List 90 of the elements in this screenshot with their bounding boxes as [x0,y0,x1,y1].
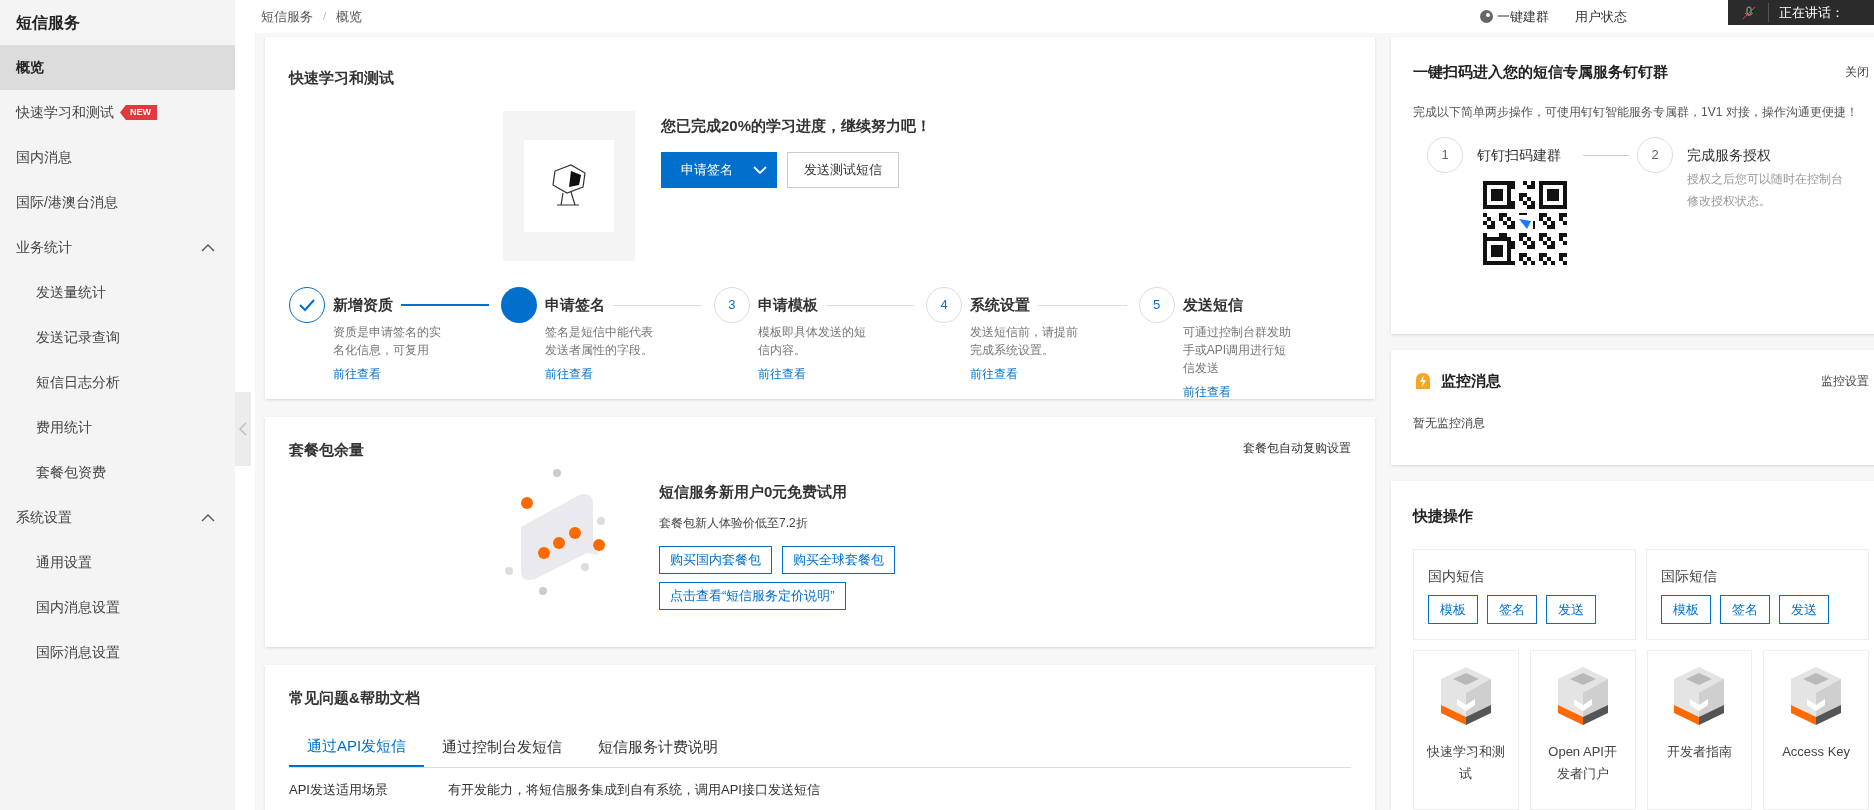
tag-icon [1480,9,1493,23]
step-link[interactable]: 前往查看 [757,365,927,383]
new-badge: NEW [120,104,157,121]
progress-text: 您已完成20%的学习进度，继续努力吧！ [661,116,932,136]
trial-subtext: 套餐包新人体验价低至7.2折 [659,514,809,532]
step-title: 申请签名 [545,294,606,315]
shortcut-tile[interactable]: Access Key [1763,650,1869,810]
step-description: 模板即具体发送的短信内容。 [757,324,867,359]
step-title: 申请模板 [757,294,818,315]
sidebar-item[interactable]: 通用设置 [0,540,235,585]
sidebar-title: 短信服务 [15,12,81,33]
sidebar-item[interactable]: 概览 [0,45,235,90]
shortcut-button[interactable]: 发送 [1546,595,1596,624]
group-label: 业务统计 [16,238,72,257]
sidebar-item[interactable]: 费用统计 [0,405,235,450]
dingtalk-description: 完成以下简单两步操作，可使用钉钉智能服务专属群，1V1 对接，操作沟通更便捷！ [1413,104,1859,121]
caret-icon [753,165,767,174]
buy-package-button[interactable]: 购买国内套餐包 [659,545,772,574]
sidebar-item[interactable]: 国际消息设置 [0,630,235,675]
sidebar-item[interactable]: 国内消息 [0,135,235,180]
sidebar-item[interactable]: 发送记录查询 [0,315,235,360]
group-title: 国际短信 [1661,567,1718,586]
group-label: 系统设置 [16,508,72,527]
row-label: API发送适用场景 [289,781,388,799]
step-link[interactable]: 前往查看 [333,365,502,383]
collapse-icon [201,243,215,252]
pricing-info-button[interactable]: 点击查看“短信服务定价说明” [659,581,846,610]
sidebar-group[interactable]: 系统设置 [0,495,235,540]
card-title: 常见问题&帮助文档 [289,687,421,708]
step-description: 授权之后您可以随时在控制台修改授权状态。 [1687,171,1844,210]
cube-icon [1789,665,1844,727]
close-link[interactable]: 关闭 [1845,62,1869,81]
send-test-button[interactable]: 发送测试短信 [787,151,899,188]
breadcrumb-link[interactable]: 短信服务 [261,6,313,26]
card-title: 快速学习和测试 [289,67,395,88]
header-link[interactable]: 一键建群 [1497,6,1549,26]
collapse-handle[interactable] [235,392,251,466]
breadcrumb-separator: / [323,9,327,24]
step-title: 发送短信 [1182,294,1243,315]
step-description: 资质是申请签名的实名化信息，可复用 [333,324,442,359]
faq-tab[interactable]: 短信服务计费说明 [580,727,737,767]
faq-tab[interactable]: 通过控制台发短信 [424,727,581,767]
step-title: 系统设置 [970,294,1031,315]
card-title: 监控消息 [1441,370,1501,391]
shortcut-button[interactable]: 模板 [1661,595,1711,624]
step-link[interactable]: 前往查看 [545,365,714,383]
buy-package-button[interactable]: 购买全球套餐包 [782,545,895,574]
shortcut-button[interactable]: 签名 [1487,595,1537,624]
sidebar-item[interactable]: 发送量统计 [0,270,235,315]
breadcrumb-current: 概览 [336,7,363,26]
speaking-text: 正在讲话： [1768,2,1844,23]
cube-icon [1438,665,1493,727]
card-title: 快捷操作 [1413,505,1474,526]
cube-icon [1672,665,1727,727]
robot-drawing [549,163,589,209]
trial-headline: 短信服务新用户0元免费试用 [659,482,849,502]
step-title: 钉钉扫码建群 [1477,145,1561,165]
step-description: 发送短信前，请提前完成系统设置。 [970,324,1080,359]
item-label: 快速学习和测试 [16,103,114,122]
empty-message: 暂无监控消息 [1413,415,1486,432]
step-description: 可通过控制台群发助手或API调用进行短信发送 [1182,324,1292,377]
sidebar-group[interactable]: 业务统计 [0,225,235,270]
shortcut-tile[interactable]: 开发者指南 [1646,650,1753,810]
shortcut-button[interactable]: 发送 [1779,595,1829,624]
sidebar-item[interactable]: 快速学习和测试 NEW [0,90,235,135]
cube-icon [1555,665,1610,727]
step-link[interactable]: 前往查看 [1182,383,1352,401]
auto-renew-link[interactable]: 套餐包自动复购设置 [1243,438,1351,461]
shortcut-button[interactable]: 模板 [1428,595,1478,624]
shortcut-button[interactable]: 签名 [1720,595,1770,624]
group-title: 国内短信 [1428,567,1485,586]
card-title: 套餐包余量 [289,439,364,460]
card-title: 一键扫码进入您的短信专属服务钉钉群 [1413,61,1668,82]
collapse-icon [201,513,215,522]
sidebar-item[interactable]: 国内消息设置 [0,585,235,630]
lightning-icon [1413,370,1433,391]
step-link[interactable]: 前往查看 [970,365,1139,383]
row-text: 有开发能力，将短信服务集成到自有系统，调用API接口发送短信 [447,781,820,799]
sidebar-item[interactable]: 国际/港澳台消息 [0,180,235,225]
step-title: 新增资质 [333,294,393,315]
step-description: 签名是短信中能代表发送者属性的字段。 [545,324,655,359]
apply-signature-button[interactable]: 申请签名 [661,151,777,188]
shortcut-tile[interactable]: 快速学习和测试 [1413,650,1519,810]
shortcut-tile[interactable]: Open API开发者门户 [1529,650,1636,810]
muted-mic-icon [1742,5,1756,20]
sidebar-item[interactable]: 套餐包资费 [0,450,235,495]
faq-tab[interactable]: 通过API发短信 [289,727,425,767]
monitor-settings-link[interactable]: 监控设置 [1821,371,1869,390]
sidebar-item[interactable]: 短信日志分析 [0,360,235,405]
step-title: 完成服务授权 [1687,146,1772,165]
